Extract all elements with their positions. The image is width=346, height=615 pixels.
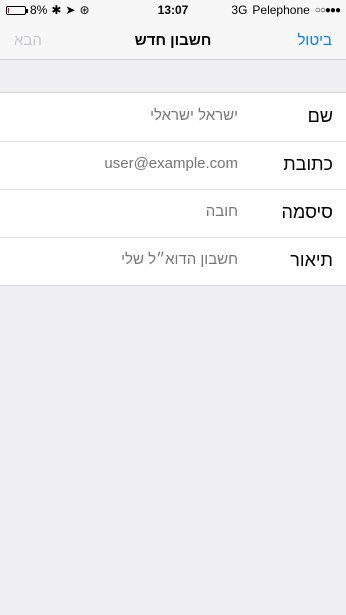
password-field[interactable]	[6, 202, 240, 221]
password-row[interactable]: סיסמה	[0, 189, 346, 237]
account-form: שם כתובת סיסמה תיאור	[0, 92, 346, 286]
description-row[interactable]: תיאור	[0, 237, 346, 285]
cancel-button[interactable]: ביטול	[297, 32, 332, 49]
description-field[interactable]	[6, 250, 240, 269]
name-label: שם	[307, 106, 333, 126]
status-right: 3G Pelephone ○○●●●	[231, 3, 341, 17]
page-title: חשבון חדש	[134, 32, 212, 49]
network-type: 3G	[231, 3, 248, 17]
name-row[interactable]: שם	[0, 93, 346, 141]
signal-strength-icon: ○○●●●	[314, 4, 341, 16]
status-bar: 8% ✱ ➤ ⊛ 13:07 3G Pelephone ○○●●●	[0, 0, 346, 20]
description-label: תיאור	[290, 250, 333, 270]
name-field[interactable]	[6, 106, 240, 125]
address-row[interactable]: כתובת	[0, 141, 346, 189]
email-field[interactable]	[6, 154, 240, 173]
navigation-bar: הבא חשבון חדש ביטול	[0, 20, 346, 60]
address-label: כתובת	[283, 154, 333, 174]
carrier-name: Pelephone	[252, 3, 310, 17]
password-label: סיסמה	[281, 202, 333, 222]
